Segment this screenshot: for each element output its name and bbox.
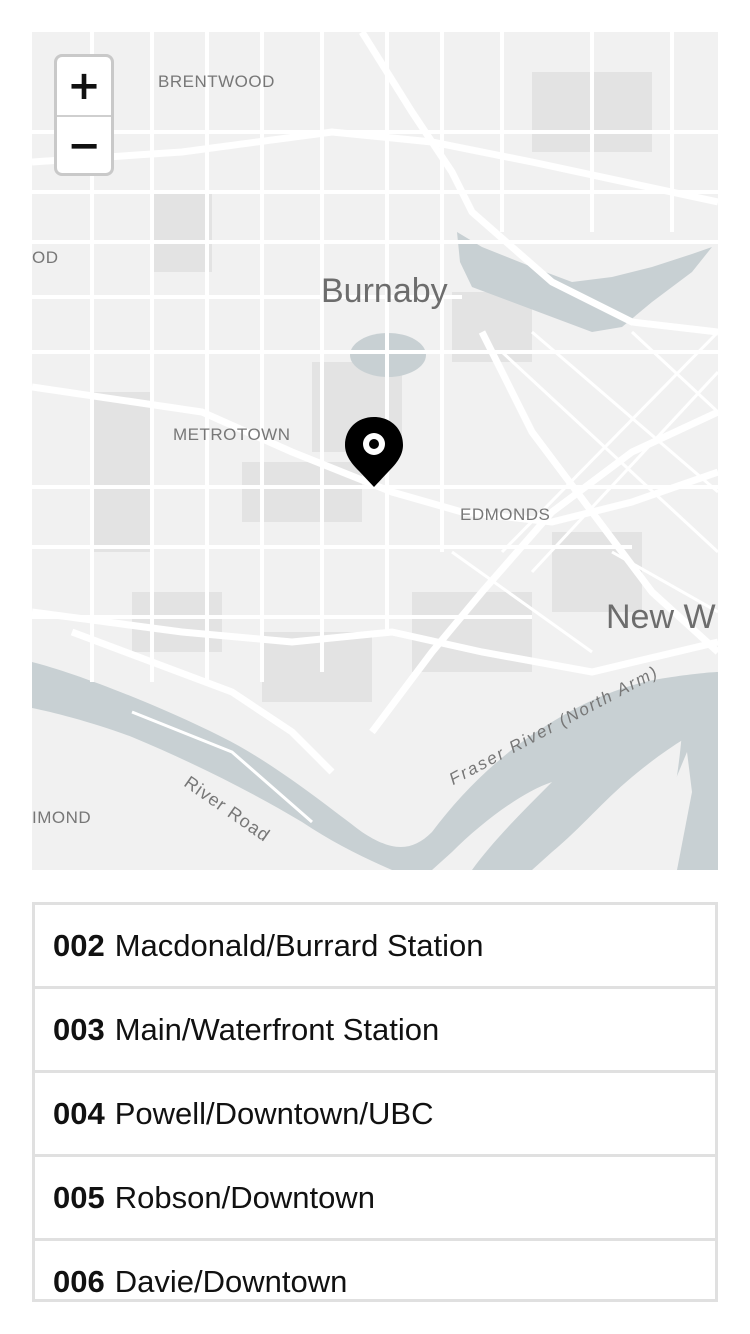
route-number: 002 [53,927,105,963]
route-number: 006 [53,1263,105,1299]
route-number: 004 [53,1095,105,1131]
route-name: Davie/Downtown [114,1263,348,1299]
route-list-item[interactable]: 006 Davie/Downtown [35,1241,715,1299]
route-list-item[interactable]: 004 Powell/Downtown/UBC [35,1073,715,1157]
route-name: Powell/Downtown/UBC [114,1095,434,1131]
route-list-item[interactable]: 003 Main/Waterfront Station [35,989,715,1073]
route-list-item[interactable]: 005 Robson/Downtown [35,1157,715,1241]
map-label-metrotown: METROTOWN [173,425,291,444]
map-label-richmond: IMOND [32,808,92,827]
map-label-edmonds: EDMONDS [460,505,551,524]
map-view[interactable]: + − BRENTWOOD OD Burnaby METROTOWN EDMON… [32,32,718,870]
route-list: 002 Macdonald/Burrard Station 003 Main/W… [32,902,718,1302]
zoom-out-button[interactable]: − [57,115,111,173]
zoom-control: + − [54,54,114,176]
route-number: 003 [53,1011,105,1047]
map-pin-icon[interactable] [343,415,405,489]
map-label-new-westminster: New W [606,598,716,636]
route-name: Macdonald/Burrard Station [114,927,484,963]
route-list-item[interactable]: 002 Macdonald/Burrard Station [35,905,715,989]
route-name: Main/Waterfront Station [114,1011,440,1047]
route-name: Robson/Downtown [114,1179,375,1215]
zoom-in-button[interactable]: + [57,57,111,115]
map-label-burnaby: Burnaby [321,272,448,310]
map-label-brentwood: BRENTWOOD [158,72,275,91]
route-number: 005 [53,1179,105,1215]
map-label-od: OD [32,248,59,267]
